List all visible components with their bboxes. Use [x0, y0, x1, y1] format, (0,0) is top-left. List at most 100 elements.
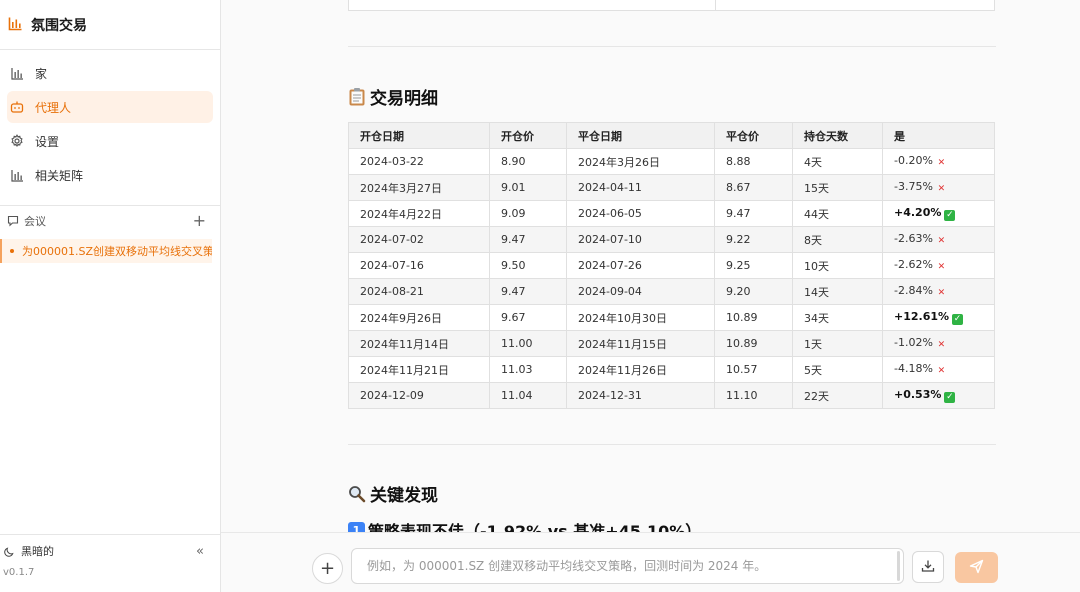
close-price-cell: 10.89 [714, 330, 793, 357]
open-date-cell: 2024-03-22 [348, 148, 490, 175]
return-value: -3.75% [894, 180, 933, 193]
close-date-cell: 2024-12-31 [566, 382, 715, 409]
sidebar-item-label: 家 [35, 66, 48, 81]
chat-input[interactable] [351, 548, 904, 584]
close-price-cell: 9.47 [714, 200, 793, 227]
download-button[interactable] [912, 551, 944, 583]
sidebar-item-agents[interactable]: 代理人 [7, 91, 213, 123]
sidebar-item-home[interactable]: 家 [7, 57, 213, 89]
cross-mark-icon: ✕ [937, 158, 946, 168]
close-date-cell: 2024年11月15日 [566, 330, 715, 357]
session-item[interactable]: 为000001.SZ创建双移动平均线交叉策略 [0, 239, 212, 263]
cross-mark-icon: ✕ [937, 366, 946, 376]
previous-table-fragment [348, 0, 995, 11]
close-date-cell: 2024年10月30日 [566, 304, 715, 331]
open-price-cell: 9.67 [489, 304, 567, 331]
bar-chart-icon [8, 16, 31, 34]
send-button[interactable] [955, 552, 998, 583]
sessions-header: 会议 + [0, 207, 220, 235]
return-cell: -4.18% ✕ [882, 356, 995, 383]
return-cell: -2.62% ✕ [882, 252, 995, 279]
open-date-cell: 2024-07-16 [348, 252, 490, 279]
close-date-cell: 2024年3月26日 [566, 148, 715, 175]
column-header: 平仓日期 [566, 122, 715, 149]
days-cell: 34天 [792, 304, 883, 331]
sidebar: 氛围交易 家 代理人 设置 相关矩阵 会议 + 为000001.SZ创建双移动平… [0, 0, 221, 592]
resize-handle[interactable] [897, 551, 900, 581]
close-date-cell: 2024-07-26 [566, 252, 715, 279]
bot-icon [10, 100, 24, 114]
open-date-cell: 2024年4月22日 [348, 200, 490, 227]
send-icon [969, 559, 984, 577]
bar-chart-icon [10, 66, 24, 80]
days-cell: 5天 [792, 356, 883, 383]
sidebar-nav: 家 代理人 设置 相关矩阵 [0, 50, 220, 191]
magnifier-icon [348, 485, 366, 503]
table-row: 2024年4月22日 9.09 2024-06-05 9.47 44天 +4.20% ✓ [348, 200, 995, 227]
return-value: -1.02% [894, 336, 933, 349]
open-price-cell: 9.01 [489, 174, 567, 201]
open-date-cell: 2024-12-09 [348, 382, 490, 409]
download-icon [921, 559, 935, 576]
close-date-cell: 2024-04-11 [566, 174, 715, 201]
cross-mark-icon: ✕ [937, 184, 946, 194]
trades-section-title: 交易明细 [348, 84, 438, 109]
column-header: 持仓天数 [792, 122, 883, 149]
main-panel: 交易明细 开仓日期 开仓价 平仓日期 平仓价 持仓天数 是 2024-03-22… [221, 0, 1080, 592]
close-price-cell: 9.22 [714, 226, 793, 253]
sidebar-item-label: 设置 [35, 134, 60, 149]
check-mark-icon: ✓ [944, 392, 956, 403]
cross-mark-icon: ✕ [937, 236, 946, 246]
sidebar-item-correlation-matrix[interactable]: 相关矩阵 [7, 159, 213, 191]
table-header-row: 开仓日期 开仓价 平仓日期 平仓价 持仓天数 是 [348, 122, 995, 149]
plus-icon: + [319, 558, 336, 579]
close-date-cell: 2024-09-04 [566, 278, 715, 305]
sessions-label: 会议 [24, 215, 46, 228]
open-date-cell: 2024年11月14日 [348, 330, 490, 357]
version-label: v0.1.7 [3, 567, 35, 578]
open-date-cell: 2024年3月27日 [348, 174, 490, 201]
return-value: -2.84% [894, 284, 933, 297]
return-value: -2.63% [894, 232, 933, 245]
table-row: 2024-07-16 9.50 2024-07-26 9.25 10天 -2.62% ✕ [348, 252, 995, 279]
return-value: -4.18% [894, 362, 933, 375]
attach-button[interactable]: + [312, 553, 343, 584]
open-price-cell: 9.47 [489, 226, 567, 253]
open-price-cell: 11.04 [489, 382, 567, 409]
clipboard-icon [348, 87, 366, 107]
divider [348, 444, 996, 445]
open-price-cell: 9.47 [489, 278, 567, 305]
cross-mark-icon: ✕ [937, 262, 946, 272]
days-cell: 14天 [792, 278, 883, 305]
column-header: 开仓价 [489, 122, 567, 149]
table-row: 2024年11月21日 11.03 2024年11月26日 10.57 5天 -4.18%… [348, 356, 995, 383]
column-header: 平仓价 [714, 122, 793, 149]
theme-toggle[interactable]: 黑暗的 « [0, 535, 220, 567]
days-cell: 1天 [792, 330, 883, 357]
cross-mark-icon: ✕ [937, 288, 946, 298]
table-row: 2024-07-02 9.47 2024-07-10 9.22 8天 -2.63% ✕ [348, 226, 995, 253]
return-value: +0.53% [894, 388, 942, 401]
check-mark-icon: ✓ [944, 210, 956, 221]
chat-bubble-icon [7, 215, 19, 227]
table-row: 2024-12-09 11.04 2024-12-31 11.10 22天 +0.53% ✓ [348, 382, 995, 409]
close-date-cell: 2024-07-10 [566, 226, 715, 253]
return-cell: +12.61% ✓ [882, 304, 995, 331]
return-cell: -2.63% ✕ [882, 226, 995, 253]
bar-chart-icon [10, 168, 24, 182]
table-row: 2024-08-21 9.47 2024-09-04 9.20 14天 -2.84% ✕ [348, 278, 995, 305]
open-price-cell: 8.90 [489, 148, 567, 175]
open-date-cell: 2024-07-02 [348, 226, 490, 253]
brand: 氛围交易 [0, 0, 220, 50]
close-price-cell: 8.88 [714, 148, 793, 175]
sidebar-item-settings[interactable]: 设置 [7, 125, 213, 157]
collapse-sidebar-icon[interactable]: « [196, 544, 204, 559]
close-price-cell: 8.67 [714, 174, 793, 201]
sidebar-footer: 黑暗的 « v0.1.7 [0, 534, 220, 592]
open-date-cell: 2024-08-21 [348, 278, 490, 305]
days-cell: 22天 [792, 382, 883, 409]
open-price-cell: 11.00 [489, 330, 567, 357]
app-title: 氛围交易 [31, 17, 87, 34]
return-cell: +4.20% ✓ [882, 200, 995, 227]
new-session-button[interactable]: + [193, 213, 206, 229]
